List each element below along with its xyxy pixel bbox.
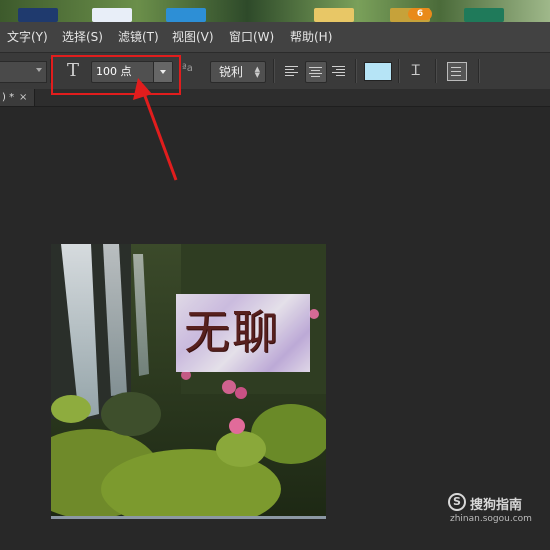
divider bbox=[398, 59, 400, 83]
spinner-arrows-icon: ▲ ▼ bbox=[254, 65, 260, 79]
menu-type[interactable]: 文字(Y) bbox=[7, 22, 48, 52]
divider bbox=[273, 59, 275, 83]
desktop-background: 6 bbox=[0, 0, 550, 22]
menu-filter[interactable]: 滤镜(T) bbox=[118, 22, 159, 52]
antialias-select[interactable]: 锐利 ▲ ▼ bbox=[210, 61, 266, 83]
align-left-button[interactable] bbox=[282, 61, 302, 81]
close-icon[interactable]: × bbox=[19, 89, 27, 106]
sogou-logo-icon: S bbox=[448, 493, 466, 511]
font-style-select[interactable] bbox=[0, 61, 47, 83]
text-layer-box[interactable]: 无聊 bbox=[176, 294, 310, 372]
text-color-swatch[interactable] bbox=[364, 62, 392, 81]
desktop-app-icon[interactable] bbox=[464, 8, 504, 22]
folder-icon[interactable] bbox=[314, 8, 354, 22]
watermark-url: zhinan.sogou.com bbox=[450, 514, 532, 524]
character-panel-icon[interactable] bbox=[447, 62, 467, 81]
divider bbox=[435, 59, 437, 83]
canvas-text: 无聊 bbox=[184, 305, 280, 359]
desktop-app-icon[interactable] bbox=[166, 8, 206, 22]
divider bbox=[355, 59, 357, 83]
highlight-box bbox=[51, 55, 181, 95]
menu-help[interactable]: 帮助(H) bbox=[290, 22, 332, 52]
chevron-down-icon bbox=[36, 68, 42, 72]
align-right-button[interactable] bbox=[329, 61, 349, 81]
notification-badge: 6 bbox=[408, 8, 432, 20]
watermark-brand: 搜狗指南 bbox=[470, 498, 523, 513]
menu-window[interactable]: 窗口(W) bbox=[229, 22, 274, 52]
antialias-value: 锐利 bbox=[219, 65, 244, 79]
menu-bar: 文字(Y) 选择(S) 滤镜(T) 视图(V) 窗口(W) 帮助(H) bbox=[0, 22, 550, 53]
align-center-button[interactable] bbox=[305, 61, 327, 83]
document-canvas[interactable] bbox=[51, 244, 326, 519]
waterfall-photo bbox=[51, 244, 326, 519]
warp-text-icon[interactable]: Ꮖ bbox=[405, 60, 427, 82]
menu-view[interactable]: 视图(V) bbox=[172, 22, 214, 52]
document-tab[interactable]: ) * × bbox=[0, 89, 35, 106]
desktop-app-icon[interactable] bbox=[18, 8, 58, 22]
divider bbox=[478, 59, 480, 83]
menu-select[interactable]: 选择(S) bbox=[62, 22, 103, 52]
word-doc-icon[interactable] bbox=[92, 8, 132, 22]
document-tab-label: ) * bbox=[2, 92, 15, 103]
antialias-icon: ªa bbox=[182, 63, 193, 74]
